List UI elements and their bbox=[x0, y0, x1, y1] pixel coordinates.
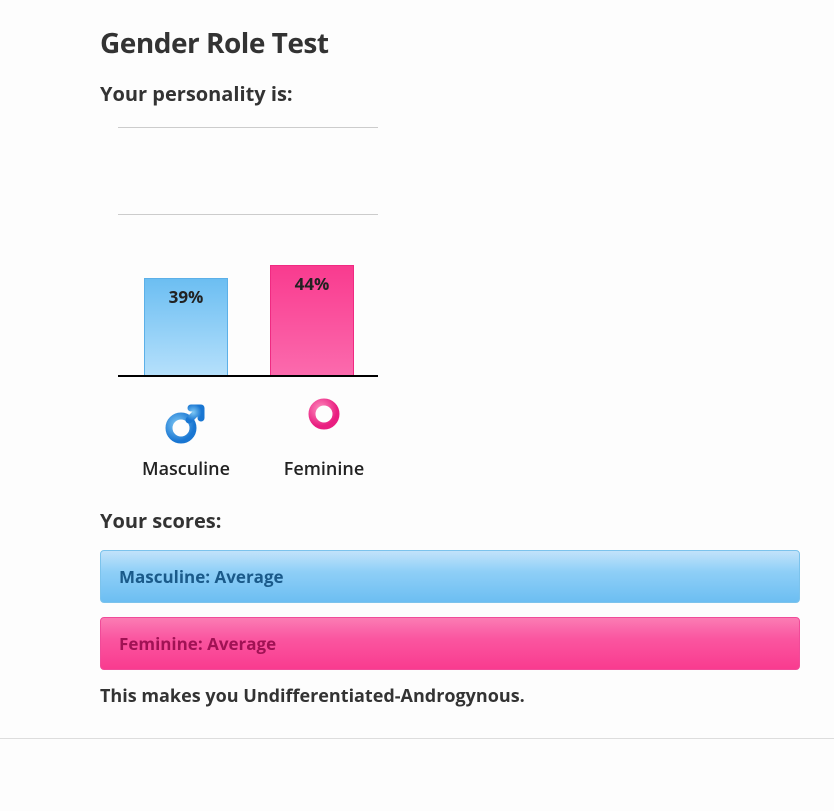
bar-masculine: 39% bbox=[144, 278, 228, 376]
chart-grid: 39% 44% bbox=[118, 127, 378, 377]
chart-area: 39% 44% bbox=[118, 127, 398, 481]
axis-label-masculine: Masculine bbox=[142, 457, 230, 481]
personality-subtitle: Your personality is: bbox=[100, 80, 734, 107]
axis-item-feminine: Feminine bbox=[270, 395, 378, 481]
footer-divider bbox=[0, 738, 834, 739]
result-text: This makes you Undifferentiated-Androgyn… bbox=[100, 684, 734, 708]
score-bar-feminine: Feminine: Average bbox=[100, 617, 800, 670]
content-container: Gender Role Test Your personality is: 39… bbox=[0, 0, 834, 728]
bar-feminine: 44% bbox=[270, 265, 354, 375]
page-title: Gender Role Test bbox=[100, 24, 734, 62]
bar-value-masculine: 39% bbox=[145, 285, 227, 308]
scores-title: Your scores: bbox=[100, 507, 734, 534]
score-bar-masculine: Masculine: Average bbox=[100, 550, 800, 603]
axis-item-masculine: Masculine bbox=[132, 395, 240, 481]
male-icon bbox=[163, 395, 209, 451]
bar-value-feminine: 44% bbox=[271, 272, 353, 295]
axis-label-feminine: Feminine bbox=[284, 457, 364, 481]
female-icon bbox=[301, 395, 347, 451]
bars-container: 39% 44% bbox=[118, 127, 378, 375]
axis-labels: Masculine bbox=[118, 395, 398, 481]
